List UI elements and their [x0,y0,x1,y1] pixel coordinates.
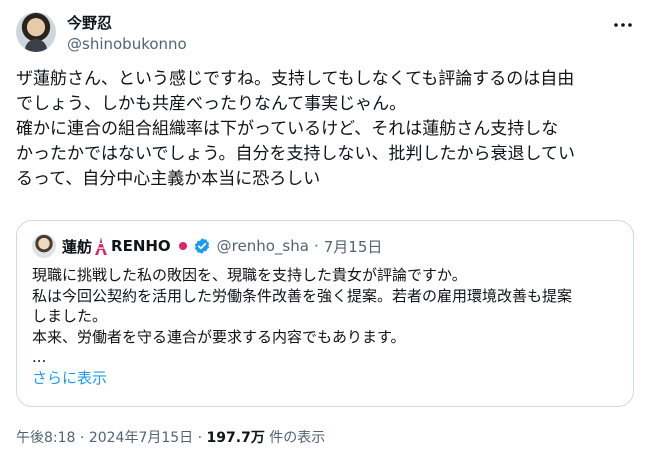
tweet-line: 確かに連合の組合組織率は下がっているけど、それは蓮舫さん支持しな [16,119,559,139]
tokyo-tower-icon [94,237,108,255]
quoted-tweet[interactable]: 蓮舫 RENHO @renho_sha · 7月15日 現職に挑戦した私の敗因を… [16,220,634,407]
view-count[interactable]: 197.7万 [207,430,265,446]
tweet-time[interactable]: 午後8:18 [16,430,75,446]
author-handle[interactable]: @shinobukonno [67,34,187,54]
quoted-line: 現職に挑戦した私の敗因を、現職を支持した貴女が評論ですか。 [32,266,467,284]
tweet-line: るって、自分中心主義か本当に恐ろしい [16,169,321,189]
quoted-line: しました。 [32,307,108,325]
separator-dot: · [79,430,85,446]
quoted-line: 私は今回公契約を活用した労働条件改善を強く提案。若者の雇用環境改善も提案 [32,286,573,305]
show-more-link[interactable]: さらに表示 [32,368,632,389]
quoted-line: 本来、労働者を守る連合が要求する内容でもあります。 [32,327,406,346]
author-name[interactable]: 今野忍 [67,13,112,33]
quoted-ellipsis: ... [32,348,47,366]
tweet-line: かったかではないでしょう。自分を支持しない、批判したから衰退してい [16,144,575,164]
tweet-date[interactable]: 2024年7月15日 [89,430,193,446]
red-circle-icon [178,242,187,250]
tweet-line: ザ蓮舫さん、という感じですね。支持してもしなくても評論するのは自由 [16,69,575,89]
quoted-tweet-date: 7月15日 [323,237,383,256]
tweet-text: ザ蓮舫さん、という感じですね。支持してもしなくても評論するのは自由 でしょう、し… [16,67,636,192]
quoted-tweet-header: 蓮舫 RENHO @renho_sha · 7月15日 [62,234,382,258]
tweet-header: 今野忍 @shinobukonno [16,12,634,60]
tweet-line: でしょう、しかも共産べったりなんて事実じゃん。 [16,94,407,114]
separator-dot: · [313,237,319,255]
author-avatar[interactable] [16,12,56,52]
quoted-author-name: 蓮舫 [62,237,93,256]
separator-dot: · [197,430,203,446]
tweet-meta: 午後8:18 · 2024年7月15日 · 197.7万 件の表示 [16,428,325,448]
quoted-author-avatar [32,234,56,258]
quoted-tweet-text: 現職に挑戦した私の敗因を、現職を支持した貴女が評論ですか。 私は今回公契約を活用… [32,265,632,388]
quoted-author-handle: @renho_sha [216,237,309,255]
quoted-author-name-suffix: RENHO [111,237,171,255]
more-horizontal-icon[interactable] [612,14,634,36]
view-label: 件の表示 [269,430,326,446]
verified-badge-icon [193,237,211,255]
